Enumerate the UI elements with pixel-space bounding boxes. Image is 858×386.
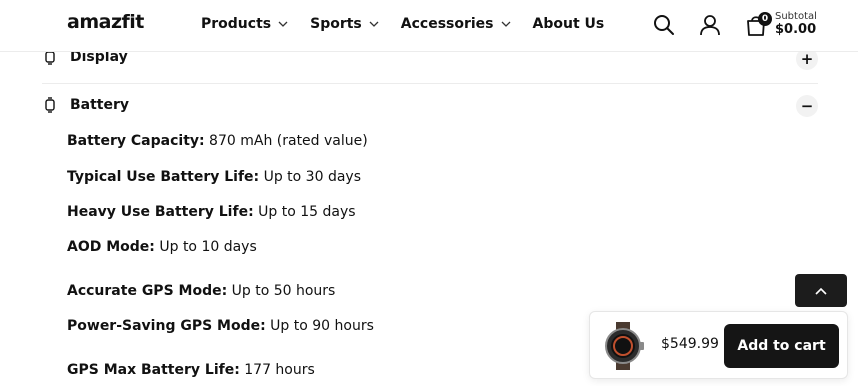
chevron-up-icon (815, 287, 827, 295)
nav-item-label: Products (201, 16, 272, 32)
spec-label: GPS Max Battery Life: (67, 362, 240, 378)
product-price: $549.99 (661, 336, 719, 352)
scroll-to-top-button[interactable] (795, 274, 847, 307)
collapse-toggle[interactable]: − (796, 95, 818, 117)
spec-value: 870 mAh (rated value) (204, 133, 368, 149)
sticky-add-to-cart-bar: $549.99 Add to cart (589, 311, 848, 379)
subtotal-value: $0.00 (775, 22, 817, 37)
spec-label: AOD Mode: (67, 239, 155, 255)
spec-label: Power-Saving GPS Mode: (67, 318, 266, 334)
nav-item-sports[interactable]: Sports (310, 16, 379, 32)
spec-row: AOD Mode: Up to 10 days (67, 239, 257, 255)
accordion-title: Battery (70, 97, 130, 113)
add-to-cart-button[interactable]: Add to cart (724, 324, 839, 368)
cart-count-badge: 0 (758, 12, 772, 26)
chevron-down-icon (369, 21, 379, 27)
chevron-down-icon (501, 21, 510, 27)
spec-label: Battery Capacity: (67, 133, 205, 149)
spec-value: Up to 50 hours (227, 283, 336, 299)
spec-row: Power-Saving GPS Mode: Up to 90 hours (67, 318, 374, 334)
user-icon[interactable] (699, 14, 721, 36)
spec-value: Up to 10 days (154, 239, 257, 255)
spec-value: 177 hours (239, 362, 315, 378)
nav-item-about-us[interactable]: About Us (533, 16, 605, 32)
chevron-down-icon (278, 21, 288, 27)
spec-label: Typical Use Battery Life: (67, 169, 260, 185)
spec-row: Heavy Use Battery Life: Up to 15 days (67, 204, 356, 220)
nav-item-label: Accessories (400, 16, 494, 32)
spec-row: Typical Use Battery Life: Up to 30 days (67, 169, 361, 185)
spec-row: Accurate GPS Mode: Up to 50 hours (67, 283, 335, 299)
spec-row: Battery Capacity: 870 mAh (rated value) (67, 133, 368, 149)
site-header: amazfit Products Sports Accessories Abou… (0, 0, 858, 52)
spec-row: GPS Max Battery Life: 177 hours (67, 362, 315, 378)
product-thumbnail (605, 322, 644, 370)
nav-item-accessories[interactable]: Accessories (401, 16, 511, 32)
watch-icon (45, 97, 55, 113)
nav-item-products[interactable]: Products (201, 16, 288, 32)
divider (42, 83, 818, 84)
spec-value: Up to 90 hours (265, 318, 374, 334)
spec-label: Heavy Use Battery Life: (67, 204, 254, 220)
accordion-battery[interactable]: Battery − (42, 95, 818, 117)
search-icon[interactable] (653, 14, 675, 36)
spec-value: Up to 30 days (259, 169, 361, 185)
brand-logo[interactable]: amazfit (67, 11, 144, 33)
spec-label: Accurate GPS Mode: (67, 283, 228, 299)
subtotal-label: Subtotal (775, 11, 817, 22)
nav-item-label: About Us (532, 16, 605, 32)
nav-item-label: Sports (310, 16, 362, 32)
main-nav: Products Sports Accessories About Us (201, 16, 626, 32)
spec-value: Up to 15 days (253, 204, 356, 220)
